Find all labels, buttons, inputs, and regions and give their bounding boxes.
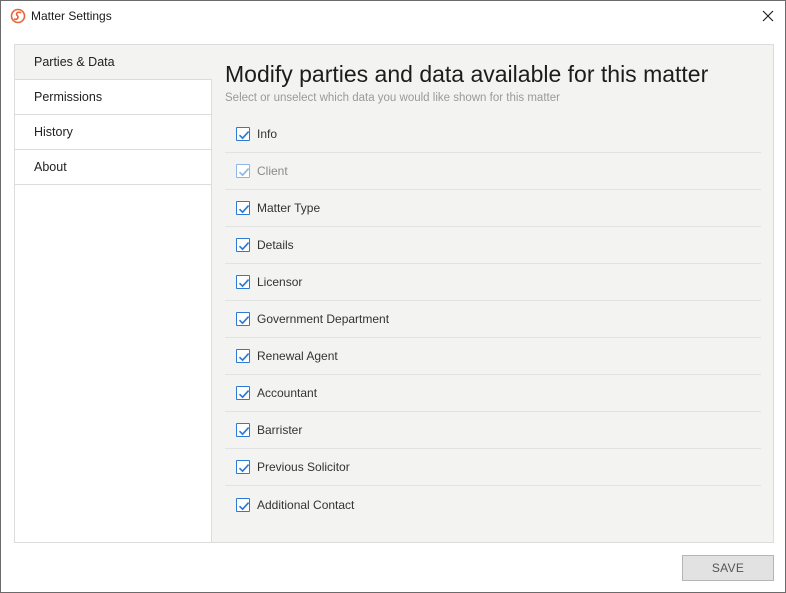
option-row-licensor[interactable]: Licensor	[225, 264, 761, 301]
option-row-matter-type[interactable]: Matter Type	[225, 190, 761, 227]
checkbox-client	[236, 164, 250, 178]
checkmark-icon	[238, 242, 250, 251]
option-label: Client	[257, 164, 288, 178]
checkbox-accountant[interactable]	[236, 386, 250, 400]
option-label: Accountant	[257, 386, 318, 400]
sidebar-item-about[interactable]: About	[15, 150, 211, 185]
checkmark-icon	[238, 168, 250, 177]
checkmark-icon	[238, 501, 250, 510]
checkmark-icon	[238, 464, 250, 473]
data-option-list: Info Client Matter Type Details Licensor Gove…	[225, 116, 761, 523]
option-row-previous-solicitor[interactable]: Previous Solicitor	[225, 449, 761, 486]
option-row-renewal-agent[interactable]: Renewal Agent	[225, 338, 761, 375]
settings-panel: Parties & Data Permissions History About…	[14, 44, 774, 543]
option-label: Info	[257, 127, 278, 141]
option-row-accountant[interactable]: Accountant	[225, 375, 761, 412]
close-icon	[762, 10, 774, 22]
checkbox-additional-contact[interactable]	[236, 497, 250, 512]
sidebar-item-history[interactable]: History	[15, 115, 211, 150]
checkmark-icon	[238, 390, 250, 399]
option-row-details[interactable]: Details	[225, 227, 761, 264]
sidebar-item-permissions[interactable]: Permissions	[15, 80, 211, 115]
close-button[interactable]	[755, 3, 781, 29]
window-title: Matter Settings	[31, 9, 112, 23]
checkbox-licensor[interactable]	[236, 275, 250, 289]
checkmark-icon	[238, 316, 250, 325]
option-row-barrister[interactable]: Barrister	[225, 412, 761, 449]
checkmark-icon	[238, 205, 250, 214]
option-label: Barrister	[257, 423, 303, 437]
option-label: Government Department	[257, 312, 390, 326]
checkbox-info[interactable]	[236, 127, 250, 141]
option-row-client: Client	[225, 153, 761, 190]
settings-sidebar: Parties & Data Permissions History About	[15, 45, 212, 542]
checkbox-barrister[interactable]	[236, 423, 250, 437]
parties-data-content: Modify parties and data available for th…	[225, 45, 773, 542]
matter-settings-window: Matter Settings Parties & Data Permissio…	[0, 0, 786, 593]
checkbox-government-department[interactable]	[236, 312, 250, 326]
page-title: Modify parties and data available for th…	[225, 61, 709, 87]
option-row-government-department[interactable]: Government Department	[225, 301, 761, 338]
option-label: Previous Solicitor	[257, 460, 350, 474]
option-label: Licensor	[257, 275, 303, 289]
app-logo-icon	[10, 8, 26, 24]
option-row-additional-contact[interactable]: Additional Contact	[225, 486, 761, 523]
option-label: Renewal Agent	[257, 349, 338, 363]
checkbox-previous-solicitor[interactable]	[236, 460, 250, 474]
checkmark-icon	[238, 427, 250, 436]
sidebar-item-parties-data[interactable]: Parties & Data	[15, 45, 212, 80]
option-label: Details	[257, 238, 294, 252]
checkbox-renewal-agent[interactable]	[236, 349, 250, 363]
save-button[interactable]: SAVE	[682, 555, 774, 581]
checkmark-icon	[238, 131, 250, 140]
checkbox-details[interactable]	[236, 238, 250, 252]
checkbox-matter-type[interactable]	[236, 201, 250, 215]
checkmark-icon	[238, 353, 250, 362]
page-subtitle: Select or unselect which data you would …	[225, 92, 560, 104]
option-label: Matter Type	[257, 201, 321, 215]
checkmark-icon	[238, 279, 250, 288]
option-row-info[interactable]: Info	[225, 116, 761, 153]
option-label: Additional Contact	[257, 497, 355, 512]
title-bar: Matter Settings	[1, 1, 785, 32]
